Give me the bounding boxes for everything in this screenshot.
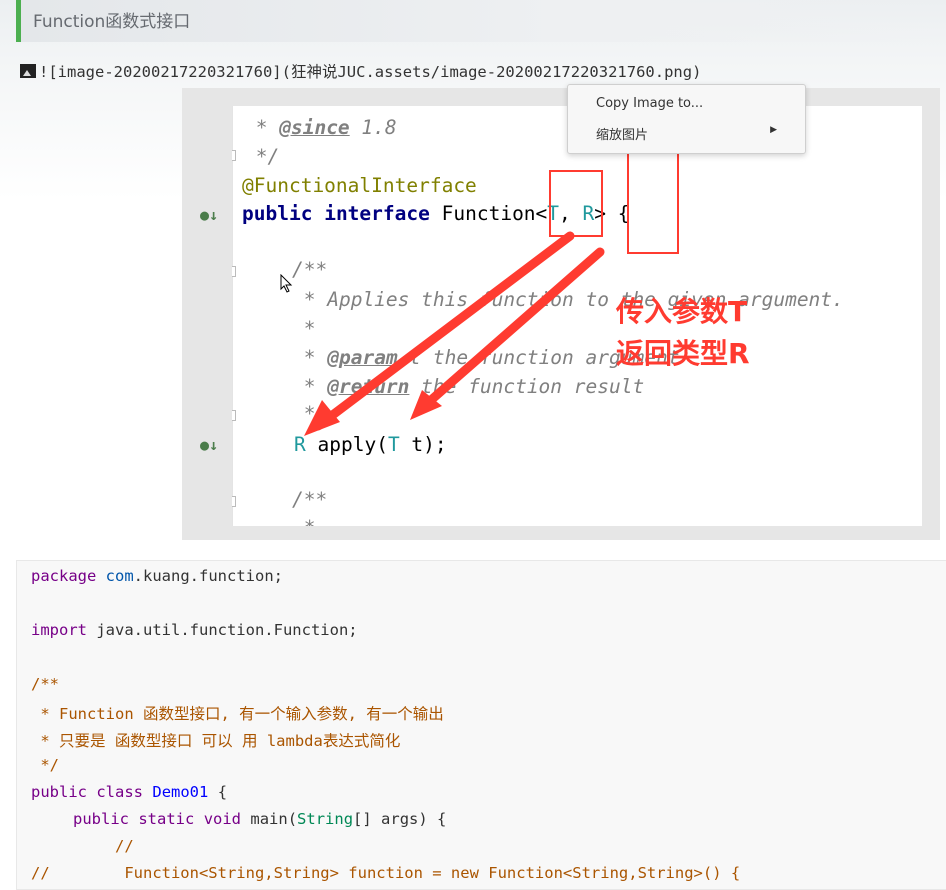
image-context-menu: Copy Image to... 缩放图片 ▶: [567, 84, 806, 154]
menu-item-zoom-image[interactable]: 缩放图片: [596, 124, 648, 143]
code-line-commented-function: // Function<String,String> function = ne…: [31, 864, 741, 882]
code-line-line-comment: //: [115, 837, 134, 855]
code-line-comment-start: /**: [31, 675, 59, 693]
broken-image-reference[interactable]: ![image-20200217220321760](狂神说JUC.assets…: [20, 60, 701, 82]
arrow-T: [313, 231, 575, 431]
code-block[interactable]: package com.kuang.function; import java.…: [16, 560, 946, 890]
image-reference-text: ![image-20200217220321760](狂神说JUC.assets…: [39, 63, 702, 81]
section-heading: Function函数式接口: [16, 0, 936, 42]
heading-title: Function函数式接口: [33, 12, 191, 32]
annotation-input-param: 传入参数T: [616, 295, 748, 328]
code-line-comment-end: */: [31, 756, 59, 774]
annotation-arrows: [304, 231, 605, 436]
code-line-comment-2: * 只要是 函数型接口 可以 用 lambda表达式简化: [31, 732, 401, 750]
menu-item-copy-image[interactable]: Copy Image to...: [596, 96, 703, 111]
submenu-arrow-icon: ▶: [770, 125, 777, 135]
annotation-return-type: 返回类型R: [616, 337, 750, 370]
embedded-code-screenshot[interactable]: * @since 1.8 */ @FunctionalInterface pub…: [182, 88, 940, 540]
arrow-T-head: [304, 400, 340, 436]
code-line-class-decl: public class Demo01 {: [31, 783, 228, 801]
image-icon: [20, 64, 36, 78]
code-line-main-decl: public static void main(String[] args) {: [73, 810, 447, 828]
code-line-import: import java.util.function.Function;: [31, 621, 358, 639]
code-line-package: package com.kuang.function;: [31, 567, 283, 585]
code-line-comment-1: * Function 函数型接口, 有一个输入参数, 有一个输出: [31, 705, 444, 723]
mouse-cursor-icon: [280, 274, 293, 293]
